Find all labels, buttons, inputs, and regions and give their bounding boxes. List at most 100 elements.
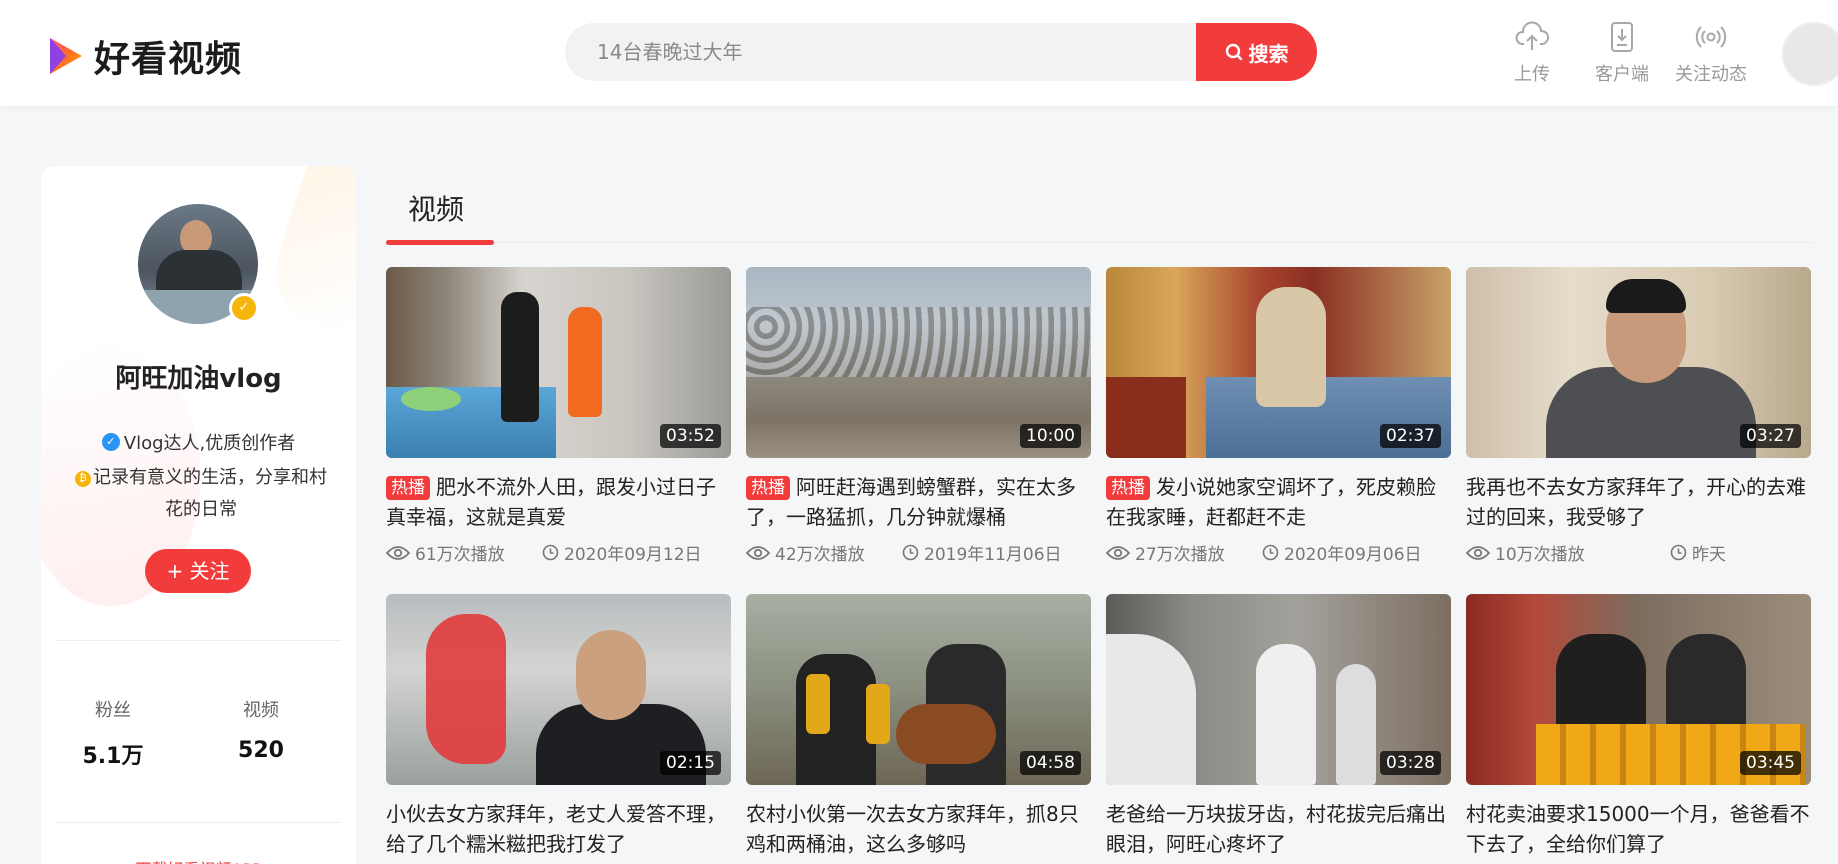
profile-sidebar: ✓ 阿旺加油vlog ✓ Vlog达人,优质创作者 ₿ 记录有意义的生活，分享和村…: [41, 166, 356, 864]
hot-badge: 热播: [746, 476, 790, 500]
video-thumbnail[interactable]: 04:58: [746, 594, 1091, 785]
video-duration: 03:45: [1740, 751, 1801, 775]
nav-upload-label: 上传: [1514, 64, 1550, 85]
broadcast-icon: [1695, 26, 1727, 48]
video-meta: 27万次播放 2020年09月06日: [1106, 540, 1451, 566]
video-duration: 10:00: [1020, 424, 1081, 448]
video-duration: 03:28: [1380, 751, 1441, 775]
profile-tag-text: Vlog达人,优质创作者: [123, 433, 296, 454]
search-icon: [1225, 43, 1242, 61]
video-title-text: 阿旺赶海遇到螃蟹群，实在太多了，一路猛抓，几分钟就爆桶: [746, 475, 1076, 529]
nav-client-label: 客户端: [1595, 64, 1649, 85]
tab-divider: [386, 242, 1812, 243]
tab-active-indicator: [386, 240, 494, 245]
play-count: 27万次播放: [1106, 540, 1225, 565]
video-card[interactable]: 03:45 村花卖油要求15000一个月，爸爸看不下去了，全给你们算了: [1466, 594, 1811, 859]
verified-check-icon: ✓: [101, 433, 120, 451]
video-title-text: 发小说她家空调坏了，死皮赖脸在我家睡，赶都赶不走: [1106, 475, 1436, 529]
video-card[interactable]: 02:37 热播 发小说她家空调坏了，死皮赖脸在我家睡，赶都赶不走 27万次播放 …: [1106, 267, 1451, 566]
video-card[interactable]: 03:52 热播 肥水不流外人田，跟发小过日子真幸福，这就是真爱 61万次播放 2…: [386, 267, 731, 566]
video-duration: 02:15: [660, 751, 721, 775]
video-title[interactable]: 老爸给一万块拔牙齿，村花拔完后痛出眼泪，阿旺心疼坏了: [1106, 799, 1451, 859]
logo-play-icon: [50, 38, 82, 74]
clock-icon: [902, 544, 919, 561]
clock-icon: [1670, 544, 1687, 561]
video-thumbnail[interactable]: 02:37: [1106, 267, 1451, 458]
play-count: 61万次播放: [386, 540, 505, 565]
video-card[interactable]: 03:27 我再也不去女方家拜年了，开心的去难过的回来，我受够了 10万次播放 …: [1466, 267, 1811, 566]
video-title-text: 农村小伙第一次去女方家拜年，抓8只鸡和两桶油，这么多够吗: [746, 802, 1079, 856]
video-duration: 03:52: [660, 424, 721, 448]
play-count-text: 42万次播放: [775, 545, 865, 565]
publish-date: 2020年09月12日: [542, 540, 702, 565]
play-count: 10万次播放: [1466, 540, 1585, 565]
info-coin-icon: ₿: [75, 471, 91, 487]
video-title[interactable]: 村花卖油要求15000一个月，爸爸看不下去了，全给你们算了: [1466, 799, 1811, 859]
video-title[interactable]: 热播 肥水不流外人田，跟发小过日子真幸福，这就是真爱: [386, 472, 731, 532]
stat-videos[interactable]: 视频 520: [201, 696, 321, 763]
nav-client[interactable]: 客户端: [1582, 20, 1662, 86]
play-count: 42万次播放: [746, 540, 865, 565]
video-title[interactable]: 农村小伙第一次去女方家拜年，抓8只鸡和两桶油，这么多够吗: [746, 799, 1091, 859]
video-title[interactable]: 小伙去女方家拜年，老丈人爱答不理，给了几个糯米糍把我打发了: [386, 799, 731, 859]
video-title-text: 肥水不流外人田，跟发小过日子真幸福，这就是真爱: [386, 475, 716, 529]
eye-icon: [746, 545, 770, 560]
divider: [56, 640, 341, 641]
download-client-icon: [1611, 22, 1633, 52]
logo-text: 好看视频: [94, 39, 243, 80]
video-title-text: 我再也不去女方家拜年了，开心的去难过的回来，我受够了: [1466, 475, 1806, 529]
video-thumbnail[interactable]: 10:00: [746, 267, 1091, 458]
profile-name: 阿旺加油vlog: [115, 364, 282, 394]
video-card[interactable]: 10:00 热播 阿旺赶海遇到螃蟹群，实在太多了，一路猛抓，几分钟就爆桶 42万次…: [746, 267, 1091, 566]
nav-upload[interactable]: 上传: [1492, 20, 1572, 86]
video-title-text: 村花卖油要求15000一个月，爸爸看不下去了，全给你们算了: [1466, 802, 1810, 856]
nav-follow-feed-label: 关注动态: [1675, 64, 1747, 85]
video-title[interactable]: 热播 阿旺赶海遇到螃蟹群，实在太多了，一路猛抓，几分钟就爆桶: [746, 472, 1091, 532]
search-button-label: 搜索: [1248, 41, 1289, 66]
video-meta: 10万次播放 昨天: [1466, 540, 1811, 566]
video-card[interactable]: 03:28 老爸给一万块拔牙齿，村花拔完后痛出眼泪，阿旺心疼坏了: [1106, 594, 1451, 859]
decoration-shape: [255, 166, 356, 326]
video-title-text: 小伙去女方家拜年，老丈人爱答不理，给了几个糯米糍把我打发了: [386, 802, 726, 856]
video-card[interactable]: 02:15 小伙去女方家拜年，老丈人爱答不理，给了几个糯米糍把我打发了: [386, 594, 731, 859]
hot-badge: 热播: [386, 476, 430, 500]
profile-description-text: 记录有意义的生活，分享和村花的日常: [93, 467, 327, 520]
divider: [56, 822, 341, 823]
publish-date: 昨天: [1670, 540, 1726, 565]
publish-date-text: 2020年09月12日: [564, 545, 702, 565]
follow-button[interactable]: + 关注: [145, 549, 251, 593]
video-title[interactable]: 我再也不去女方家拜年了，开心的去难过的回来，我受够了: [1466, 472, 1811, 532]
play-count-text: 61万次播放: [415, 545, 505, 565]
stat-videos-value: 520: [238, 738, 284, 763]
video-duration: 03:27: [1740, 424, 1801, 448]
video-thumbnail[interactable]: 02:15: [386, 594, 731, 785]
publish-date-text: 昨天: [1692, 545, 1726, 565]
publish-date-text: 2019年11月06日: [924, 545, 1062, 565]
publish-date-text: 2020年09月06日: [1284, 545, 1422, 565]
eye-icon: [1466, 545, 1490, 560]
play-count-text: 10万次播放: [1495, 545, 1585, 565]
clock-icon: [1262, 544, 1279, 561]
video-thumbnail[interactable]: 03:45: [1466, 594, 1811, 785]
eye-icon: [1106, 545, 1130, 560]
search-input[interactable]: [597, 23, 1237, 81]
stat-fans-value: 5.1万: [82, 744, 144, 769]
top-header: 好看视频 搜索 上传 客户端 关注动态: [0, 0, 1838, 106]
hot-badge: 热播: [1106, 476, 1150, 500]
video-thumbnail[interactable]: 03:28: [1106, 594, 1451, 785]
video-title-text: 老爸给一万块拔牙齿，村花拔完后痛出眼泪，阿旺心疼坏了: [1106, 802, 1446, 856]
stat-fans[interactable]: 粉丝 5.1万: [53, 696, 173, 770]
site-logo[interactable]: 好看视频: [46, 30, 242, 82]
video-thumbnail[interactable]: 03:27: [1466, 267, 1811, 458]
video-card[interactable]: 04:58 农村小伙第一次去女方家拜年，抓8只鸡和两桶油，这么多够吗: [746, 594, 1091, 859]
video-thumbnail[interactable]: 03:52: [386, 267, 731, 458]
cloud-upload-icon: [1515, 21, 1549, 50]
video-meta: 42万次播放 2019年11月06日: [746, 540, 1091, 566]
nav-follow-feed[interactable]: 关注动态: [1671, 20, 1751, 86]
play-count-text: 27万次播放: [1135, 545, 1225, 565]
user-avatar[interactable]: [1782, 22, 1838, 86]
search-button[interactable]: 搜索: [1196, 23, 1317, 81]
video-title[interactable]: 热播 发小说她家空调坏了，死皮赖脸在我家睡，赶都赶不走: [1106, 472, 1451, 532]
download-app-link[interactable]: 下载好看视频APP: [41, 856, 356, 864]
tab-videos[interactable]: 视频: [408, 188, 464, 228]
